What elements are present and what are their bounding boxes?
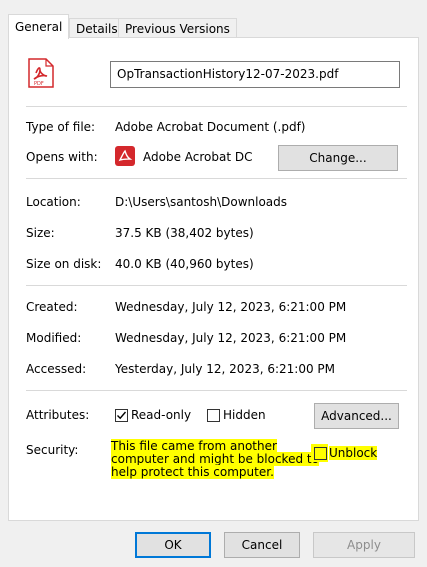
location-label: Location: (26, 195, 81, 209)
apply-button[interactable]: Apply (313, 532, 415, 558)
tab-general[interactable]: General (8, 14, 70, 39)
unblock-label[interactable]: Unblock (329, 446, 378, 460)
type-of-file-value: Adobe Acrobat Document (.pdf) (115, 120, 306, 134)
cancel-button[interactable]: Cancel (224, 532, 300, 558)
security-line-3: help protect this computer. (111, 465, 274, 479)
type-of-file-label: Type of file: (26, 120, 96, 134)
acrobat-icon (115, 146, 135, 166)
tab-previous-versions[interactable]: Previous Versions (118, 18, 237, 38)
size-value: 37.5 KB (38,402 bytes) (115, 226, 254, 240)
location-value: D:\Users\santosh\Downloads (115, 195, 288, 209)
security-line-2: computer and might be blocked to (111, 452, 319, 466)
security-message: This file came from another computer and… (111, 439, 319, 479)
tab-details[interactable]: Details (69, 18, 125, 38)
security-line-1: This file came from another (111, 439, 277, 453)
check-icon (117, 411, 127, 420)
pdf-file-icon: PDF (28, 58, 54, 88)
hidden-label[interactable]: Hidden (223, 408, 266, 422)
advanced-button[interactable]: Advanced... (314, 403, 399, 429)
security-label: Security: (26, 443, 79, 457)
accessed-label: Accessed: (26, 362, 87, 376)
unblock-checkbox[interactable] (314, 447, 327, 460)
size-on-disk-label: Size on disk: (26, 257, 102, 271)
accessed-value: Yesterday, July 12, 2023, 6:21:00 PM (115, 362, 336, 376)
opens-with-value: Adobe Acrobat DC (143, 150, 253, 164)
change-button[interactable]: Change... (278, 145, 398, 171)
divider (26, 285, 407, 286)
file-name-field[interactable]: OpTransactionHistory12-07-2023.pdf (110, 61, 400, 88)
ok-button[interactable]: OK (135, 532, 211, 558)
opens-with-label: Opens with: (26, 150, 98, 164)
divider (26, 390, 407, 391)
divider (26, 106, 407, 107)
modified-label: Modified: (26, 331, 82, 345)
readonly-label[interactable]: Read-only (131, 408, 191, 422)
divider (26, 178, 407, 179)
size-on-disk-value: 40.0 KB (40,960 bytes) (115, 257, 254, 271)
size-label: Size: (26, 226, 55, 240)
created-label: Created: (26, 300, 78, 314)
modified-value: Wednesday, July 12, 2023, 6:21:00 PM (115, 331, 347, 345)
pdf-icon-label: PDF (34, 81, 44, 87)
created-value: Wednesday, July 12, 2023, 6:21:00 PM (115, 300, 347, 314)
attributes-label: Attributes: (26, 408, 90, 422)
readonly-checkbox[interactable] (115, 409, 128, 422)
general-panel: PDF OpTransactionHistory12-07-2023.pdf T… (8, 37, 419, 521)
hidden-checkbox[interactable] (207, 409, 220, 422)
